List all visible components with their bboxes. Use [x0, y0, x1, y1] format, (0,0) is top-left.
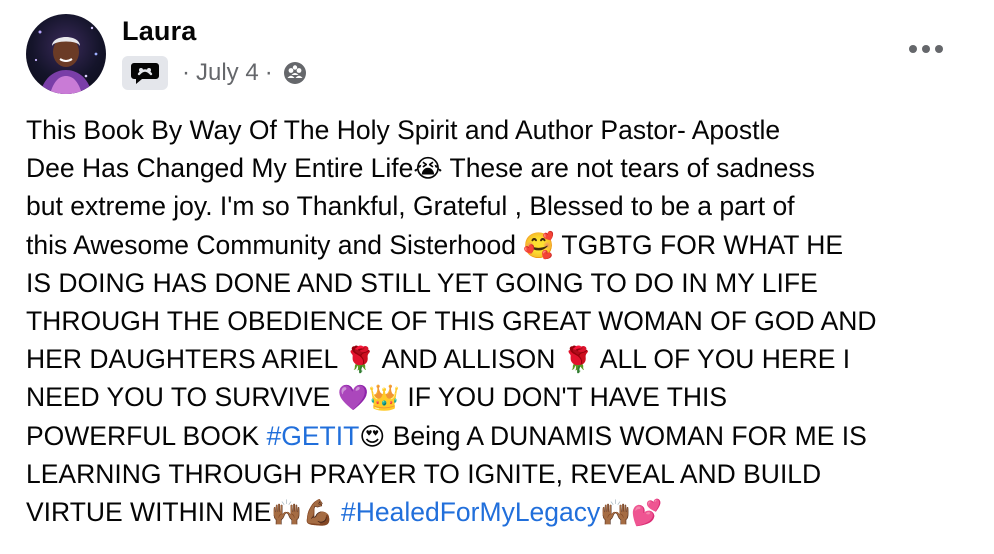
- purple-heart-emoji-icon: 💜: [337, 383, 369, 413]
- post-meta: · July 4 ·: [122, 56, 307, 90]
- post-line: but extreme joy. I'm so Thankful, Gratef…: [26, 191, 795, 222]
- hashtag-healed-link[interactable]: #HealedForMyLegacy: [341, 497, 600, 527]
- avatar[interactable]: [26, 14, 106, 94]
- audience-icon[interactable]: [283, 61, 307, 85]
- avatar-photo: [34, 26, 98, 94]
- crying-emoji-icon: 😭: [413, 154, 443, 184]
- post-line: This Book By Way Of The Holy Spirit and …: [26, 115, 781, 145]
- post-line: IS DOING HAS DONE AND STILL YET GOING TO…: [26, 267, 818, 298]
- crown-emoji-icon: 👑: [368, 383, 401, 413]
- heart-eyes-emoji-icon: 😍: [359, 421, 386, 451]
- post-line: this Awesome Community and Sisterhood 🥰 …: [26, 229, 844, 260]
- smiling-hearts-emoji-icon: 🥰: [523, 230, 555, 260]
- post-date[interactable]: July 4: [196, 59, 259, 87]
- meta-separator: ·: [182, 59, 190, 86]
- hashtag-getit-link[interactable]: #GETIT: [267, 421, 360, 451]
- post-line: Dee Has Changed My Entire Life😭 These ar…: [26, 153, 815, 184]
- muscle-emoji-icon: 💪🏾: [302, 497, 334, 527]
- post-line: HER DAUGHTERS ARIEL 🌹 AND ALLISON 🌹 ALL …: [26, 344, 851, 375]
- post-text: This Book By Way Of The Holy Spirit and …: [26, 111, 976, 531]
- post-line: POWERFUL BOOK #GETIT😍 Being A DUNAMIS WO…: [26, 420, 867, 451]
- raising-hands-emoji-icon: 🙌🏾: [271, 497, 303, 527]
- meta-separator: ·: [264, 59, 273, 86]
- raising-hands-emoji-icon: 🙌🏾: [600, 497, 632, 527]
- rose-emoji-icon: 🌹: [344, 345, 376, 375]
- post-line: VIRTUE WITHIN ME🙌🏾💪🏾 #HealedForMyLegacy🙌…: [26, 496, 663, 527]
- post-line: THROUGH THE OBEDIENCE OF THIS GREAT WOMA…: [26, 305, 877, 336]
- author-name[interactable]: Laura: [122, 16, 197, 47]
- post-line: LEARNING THROUGH PRAYER TO IGNITE, REVEA…: [26, 458, 822, 489]
- two-hearts-emoji-icon: 💕: [631, 497, 663, 527]
- post-card: Laura · July 4 · This Book By Way Of The…: [0, 0, 994, 554]
- rose-emoji-icon: 🌹: [562, 345, 594, 375]
- group-chat-icon[interactable]: [122, 56, 168, 90]
- post-line: NEED YOU TO SURVIVE 💜👑 IF YOU DON'T HAVE…: [26, 382, 728, 413]
- more-options-icon[interactable]: [904, 32, 948, 66]
